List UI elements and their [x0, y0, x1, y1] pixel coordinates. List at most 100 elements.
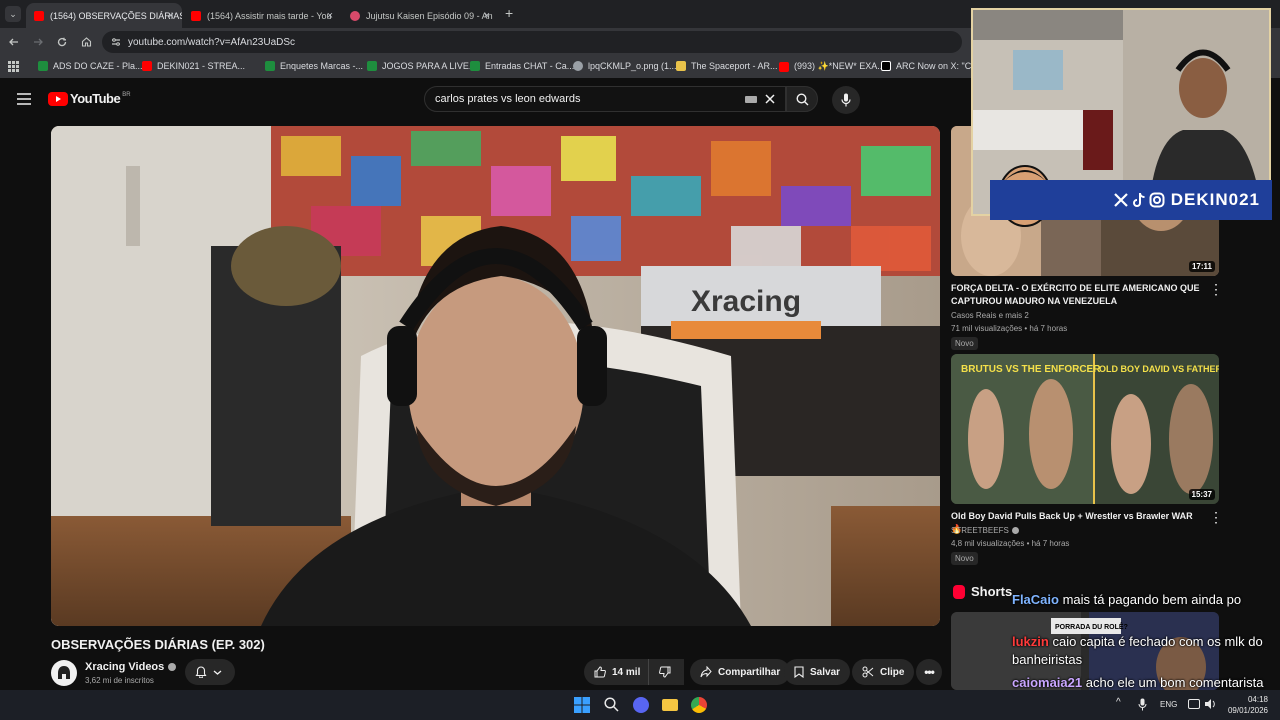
video-title: OBSERVAÇÕES DIÁRIAS (EP. 302) [51, 637, 265, 652]
more-vertical-icon[interactable]: ⋮ [1209, 509, 1223, 526]
bookmark-item[interactable]: ARC Now on X: "Co... [881, 61, 984, 71]
chrome-icon[interactable] [691, 697, 707, 713]
close-icon[interactable]: × [168, 10, 174, 22]
more-actions-button[interactable]: ••• [916, 659, 942, 685]
dislike-button[interactable] [648, 659, 682, 685]
recommendation-title[interactable]: FORÇA DELTA - O EXÉRCITO DE ELITE AMERIC… [951, 282, 1201, 308]
file-explorer-icon[interactable] [662, 699, 678, 711]
site-info-icon[interactable] [111, 37, 121, 47]
bookmark-item[interactable]: lpqCKMLP_o.png (1... [573, 61, 677, 71]
clear-search-icon[interactable] [765, 94, 775, 104]
clip-button[interactable]: Clipe [852, 659, 915, 685]
close-icon[interactable]: × [327, 10, 333, 22]
more-vertical-icon[interactable]: ⋮ [1209, 281, 1223, 298]
bookmark-label: Entradas CHAT - Ca... [485, 61, 575, 71]
youtube-icon [34, 10, 44, 21]
new-tab-button[interactable]: + [505, 5, 513, 21]
tab-observacoes[interactable]: (1564) OBSERVAÇÕES DIÁRIAS × [26, 3, 182, 28]
clip-label: Clipe [880, 666, 905, 678]
windows-start-icon[interactable] [574, 697, 590, 713]
bookmark-item[interactable]: (993) ✨*NEW* EXA... [779, 61, 885, 72]
channel-name-text: STREETBEEFS [951, 526, 1009, 535]
bookmark-icon [794, 666, 804, 678]
like-count: 14 mil [612, 666, 641, 678]
share-icon [700, 666, 712, 678]
tab-jujutsu[interactable]: Jujutsu Kaisen Episódio 09 - An × [342, 3, 498, 28]
close-icon[interactable]: × [484, 10, 490, 22]
recommendation-meta: 71 mil visualizações • há 7 horas [951, 324, 1068, 333]
tab-title: (1564) Assistir mais tarde - You [207, 10, 332, 21]
reload-icon[interactable] [57, 37, 67, 47]
channel-name[interactable]: Xracing Videos [85, 661, 177, 673]
tray-chevron-icon[interactable]: ^ [1116, 697, 1121, 708]
chat-username: caiomaia21 [1012, 675, 1083, 690]
bookmark-label: Enquetes Marcas -... [280, 61, 364, 71]
volume-icon[interactable] [1204, 698, 1217, 710]
recommendation-meta: 4,8 mil visualizações • há 7 horas [951, 539, 1070, 548]
chat-text: mais tá pagando bem ainda po [1062, 592, 1242, 607]
new-badge: Novo [951, 552, 978, 565]
chat-message: FlaCaio mais tá pagando bem ainda po [1012, 591, 1274, 609]
recommendation-thumbnail[interactable]: BRUTUS VS THE ENFORCER OLD BOY DAVID VS … [951, 354, 1219, 504]
taskbar: ^ ENG 04:18 09/01/2026 [0, 690, 1280, 720]
chat-text: acho ele um bom comentarista [1085, 675, 1264, 690]
new-badge: Novo [951, 337, 978, 350]
back-icon[interactable] [9, 37, 19, 47]
video-player[interactable]: Xracing [51, 126, 940, 626]
youtube-icon [142, 61, 152, 71]
country-code: BR [122, 91, 131, 98]
bookmark-item[interactable]: Enquetes Marcas -... [265, 61, 363, 71]
save-button[interactable]: Salvar [784, 659, 851, 685]
bookmark-label: DEKIN021 - STREA... [157, 61, 246, 71]
search-button[interactable] [786, 86, 818, 112]
chat-username: lukzin [1012, 634, 1049, 649]
network-icon[interactable] [1188, 699, 1200, 709]
verified-icon [1011, 527, 1019, 534]
microphone-icon[interactable] [1138, 698, 1147, 711]
bookmark-label: The Spaceport - AR... [691, 61, 778, 71]
search-icon[interactable] [604, 697, 619, 712]
bookmark-item[interactable]: Entradas CHAT - Ca... [470, 61, 574, 71]
youtube-icon [191, 10, 201, 21]
bookmark-item[interactable]: The Spaceport - AR... [676, 61, 778, 71]
chat-text: caio capita é fechado com os mlk do banh… [1012, 634, 1263, 667]
sheets-icon [470, 61, 480, 71]
more-horizontal-icon: ••• [924, 665, 935, 679]
subscriber-count: 3,62 mi de inscritos [85, 676, 154, 685]
search-icon [795, 92, 808, 105]
subscribed-bell-button[interactable] [185, 659, 235, 685]
shorts-thumb-text: PORRADA DU ROLÊ? [1055, 622, 1128, 631]
apps-grid-icon[interactable] [8, 61, 19, 72]
x-logo-icon [1113, 193, 1128, 207]
recommendation-channel[interactable]: Casos Reais e mais 2 [951, 311, 1029, 320]
bookmark-label: (993) ✨*NEW* EXA... [794, 61, 885, 71]
menu-icon[interactable] [17, 93, 31, 105]
thumbnail-image: BRUTUS VS THE ENFORCER OLD BOY DAVID VS … [951, 354, 1219, 504]
home-icon[interactable] [81, 36, 92, 47]
youtube-logo[interactable]: YouTube BR [48, 91, 131, 106]
share-button[interactable]: Compartilhar [690, 659, 791, 685]
bookmark-item[interactable]: ADS DO CAZE - Pla... [38, 61, 143, 71]
anime-site-icon [350, 10, 360, 21]
language-indicator[interactable]: ENG [1160, 700, 1177, 709]
bell-icon [195, 666, 207, 678]
thumbnail-caption-left: BRUTUS VS THE ENFORCER [961, 364, 1101, 375]
channel-avatar[interactable] [51, 660, 77, 686]
bookmark-item[interactable]: DEKIN021 - STREA... [142, 61, 245, 71]
channel-name-text: Xracing Videos [85, 661, 165, 673]
address-bar[interactable]: youtube.com/watch?v=AfAn23UaDSc [102, 31, 962, 53]
tab-watch-later[interactable]: (1564) Assistir mais tarde - You × [183, 3, 341, 28]
keyboard-icon[interactable] [745, 96, 757, 103]
verified-icon [168, 663, 177, 671]
search-input[interactable]: carlos prates vs leon edwards [424, 86, 786, 112]
clock[interactable]: 04:18 09/01/2026 [1222, 694, 1268, 716]
voice-search-button[interactable] [832, 86, 860, 114]
recommendation-channel[interactable]: STREETBEEFS [951, 526, 1019, 535]
spaceport-icon [676, 61, 686, 71]
instagram-icon [1149, 192, 1165, 208]
discord-icon[interactable] [633, 697, 649, 713]
forward-icon[interactable] [33, 37, 43, 47]
tab-search-button[interactable]: ⌄ [5, 6, 21, 22]
bookmark-item[interactable]: JOGOS PARA A LIVE... [367, 61, 476, 71]
search-query: carlos prates vs leon edwards [435, 93, 581, 105]
